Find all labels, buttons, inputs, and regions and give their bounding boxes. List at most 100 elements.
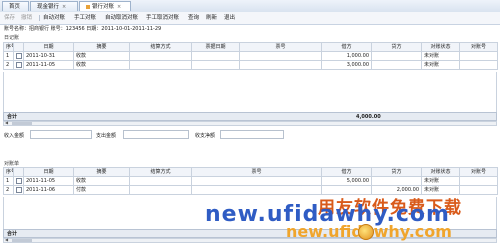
- debit-cell: 3,000.00: [321, 60, 372, 70]
- match-cell: [459, 185, 498, 195]
- date-cell: 2011-11-05: [23, 176, 74, 186]
- table-row[interactable]: 1 2011-10-31 收款 1,000.00 未对账: [3, 51, 498, 61]
- journal-table: 序号 日期 摘要 结算方式 票据日期 票号 借方 贷方 对账状态 对账号 1 2…: [3, 42, 498, 70]
- column-header: 贷方: [371, 167, 422, 177]
- close-icon[interactable]: ×: [117, 2, 121, 12]
- tab-bank-reconciliation[interactable]: 银行对账 ×: [79, 1, 131, 11]
- column-header: 借方: [321, 42, 372, 52]
- watermark-logo-icon: [358, 224, 374, 240]
- table-row[interactable]: 2 2011-11-05 收款 3,000.00 未对账: [3, 60, 498, 70]
- bill-date-cell: [191, 60, 240, 70]
- column-header: 摘要: [73, 167, 130, 177]
- auto-reconcile-button[interactable]: 自动对账: [43, 12, 65, 24]
- credit-cell: [371, 60, 422, 70]
- expense-label: 支出金额: [96, 133, 117, 139]
- match-cell: [459, 176, 498, 186]
- scroll-thumb[interactable]: [12, 239, 32, 242]
- tab-bank-reconciliation-label: 银行对账: [92, 4, 115, 10]
- column-header: 结算方式: [129, 167, 192, 177]
- column-header: 日期: [23, 42, 74, 52]
- row-checkbox[interactable]: [16, 186, 22, 193]
- scroll-left-icon[interactable]: ◀: [5, 237, 8, 242]
- column-header: 序号: [3, 42, 14, 52]
- toolbar-separator: [39, 15, 40, 21]
- credit-cell: [371, 51, 422, 61]
- bill-no-cell: [239, 60, 322, 70]
- row-number: 1: [3, 176, 14, 186]
- column-header: [13, 42, 24, 52]
- tab-cash-bank[interactable]: 现金银行 ×: [30, 1, 78, 11]
- row-number: 2: [3, 60, 14, 70]
- manual-cancel-reconcile-button[interactable]: 手工取消对账: [146, 12, 179, 24]
- save-button[interactable]: 保存: [4, 12, 15, 24]
- auto-cancel-reconcile-button[interactable]: 自动取消对账: [105, 12, 138, 24]
- row-checkbox[interactable]: [16, 61, 22, 68]
- column-header: 借方: [321, 167, 372, 177]
- row-select-cell: [13, 176, 24, 186]
- total-debit: 4,000.00: [356, 114, 381, 120]
- expense-amount-field[interactable]: [123, 130, 189, 139]
- net-amount-field[interactable]: [220, 130, 284, 139]
- column-header: 日期: [23, 167, 74, 177]
- column-header: 票据日期: [191, 42, 240, 52]
- manual-reconcile-button[interactable]: 手工对账: [74, 12, 96, 24]
- row-select-cell: [13, 51, 24, 61]
- column-header: 结算方式: [129, 42, 192, 52]
- bill-no-cell: [239, 51, 322, 61]
- tab-cash-bank-label: 现金银行: [37, 4, 60, 10]
- row-select-cell: [13, 185, 24, 195]
- close-icon[interactable]: ×: [62, 2, 66, 12]
- table-header: 序号 日期 摘要 结算方式 票号 借方 贷方 对账状态 对账号: [3, 167, 498, 177]
- debit-cell: 1,000.00: [321, 51, 372, 61]
- scroll-thumb[interactable]: [12, 122, 32, 125]
- bill-no-cell: [191, 176, 322, 186]
- tab-home-label: 首页: [9, 4, 21, 10]
- income-amount-field[interactable]: [30, 130, 92, 139]
- journal-empty-area: [3, 72, 497, 112]
- summary-cell: 付款: [73, 185, 130, 195]
- account-info: 账号名称：招商银行 账号：123456 日期：2011-10-01-2011-1…: [4, 26, 162, 32]
- row-checkbox[interactable]: [16, 177, 22, 184]
- column-header: 对账号: [459, 167, 498, 177]
- journal-total-row: 合计 4,000.00: [3, 112, 497, 121]
- journal-title: 日记账: [4, 35, 20, 41]
- undo-button[interactable]: 撤销: [21, 12, 32, 24]
- total-label: 合计: [7, 114, 18, 120]
- column-header: 票号: [239, 42, 322, 52]
- table-row[interactable]: 1 2011-11-05 收款 5,000.00 未对账: [3, 176, 498, 186]
- status-cell: 未对账: [421, 60, 460, 70]
- tab-icon: [86, 4, 90, 9]
- column-header: 对账状态: [421, 167, 460, 177]
- column-header: 摘要: [73, 42, 130, 52]
- row-number: 1: [3, 51, 14, 61]
- column-header: 贷方: [371, 42, 422, 52]
- row-number: 2: [3, 185, 14, 195]
- summary-cell: 收款: [73, 60, 130, 70]
- method-cell: [129, 60, 192, 70]
- scroll-left-icon[interactable]: ◀: [5, 120, 8, 125]
- statement-table: 序号 日期 摘要 结算方式 票号 借方 贷方 对账状态 对账号 1 2011-1…: [3, 167, 498, 195]
- row-checkbox[interactable]: [16, 52, 22, 59]
- row-select-cell: [13, 60, 24, 70]
- date-cell: 2011-11-05: [23, 60, 74, 70]
- status-cell: 未对账: [421, 51, 460, 61]
- tab-home[interactable]: 首页: [2, 1, 29, 11]
- query-button[interactable]: 查询: [188, 12, 199, 24]
- bill-date-cell: [191, 51, 240, 61]
- bill-no-cell: [191, 185, 322, 195]
- summary-cell: 收款: [73, 51, 130, 61]
- method-cell: [129, 176, 192, 186]
- method-cell: [129, 51, 192, 61]
- debit-cell: 5,000.00: [321, 176, 372, 186]
- method-cell: [129, 185, 192, 195]
- refresh-button[interactable]: 刷新: [206, 12, 217, 24]
- net-label: 收支净额: [195, 133, 216, 139]
- match-cell: [459, 60, 498, 70]
- column-header: 对账状态: [421, 42, 460, 52]
- status-cell: 未对账: [421, 176, 460, 186]
- column-header: [13, 167, 24, 177]
- credit-cell: [371, 176, 422, 186]
- exit-button[interactable]: 退出: [224, 12, 235, 24]
- journal-scrollbar[interactable]: ◀: [3, 120, 497, 126]
- column-header: 对账号: [459, 42, 498, 52]
